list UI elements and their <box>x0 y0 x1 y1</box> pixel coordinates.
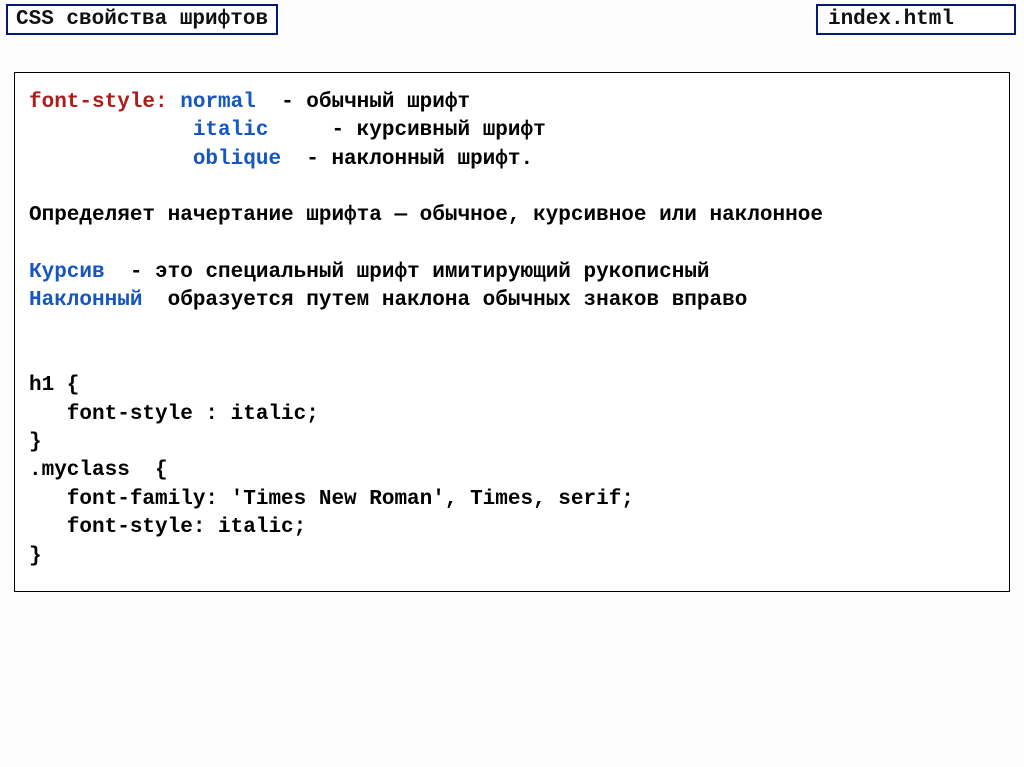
term-cursive: Курсив <box>29 261 105 284</box>
code-line: } <box>29 431 42 454</box>
slide-title: CSS свойства шрифтов <box>6 4 278 35</box>
term-oblique-desc: образуется путем наклона обычных знаков … <box>142 289 747 312</box>
slide: CSS свойства шрифтов index.html font-sty… <box>0 0 1024 767</box>
code-block: font-style: normal - обычный шрифт itali… <box>14 72 1010 592</box>
desc-italic: - курсивный шрифт <box>268 119 545 142</box>
filename-text: index.html <box>828 8 954 31</box>
code-line: font-style : italic; <box>29 403 319 426</box>
code-line: } <box>29 545 42 568</box>
code-line: font-family: 'Times New Roman', Times, s… <box>29 488 634 511</box>
css-value-italic: italic <box>193 119 269 142</box>
desc-normal: - обычный шрифт <box>256 91 470 114</box>
css-value-oblique: oblique <box>193 148 281 171</box>
filename-label: index.html <box>816 4 1016 35</box>
css-value-normal: normal <box>180 91 256 114</box>
code-line: .myclass { <box>29 459 168 482</box>
term-cursive-desc: - это специальный шрифт имитирующий руко… <box>105 261 710 284</box>
term-oblique: Наклонный <box>29 289 142 312</box>
summary-line: Определяет начертание шрифта — обычное, … <box>29 204 823 227</box>
desc-oblique: - наклонный шрифт. <box>281 148 533 171</box>
code-line: h1 { <box>29 374 79 397</box>
title-text: CSS свойства шрифтов <box>16 8 268 31</box>
css-property: font-style: <box>29 91 168 114</box>
code-line: font-style: italic; <box>29 516 306 539</box>
